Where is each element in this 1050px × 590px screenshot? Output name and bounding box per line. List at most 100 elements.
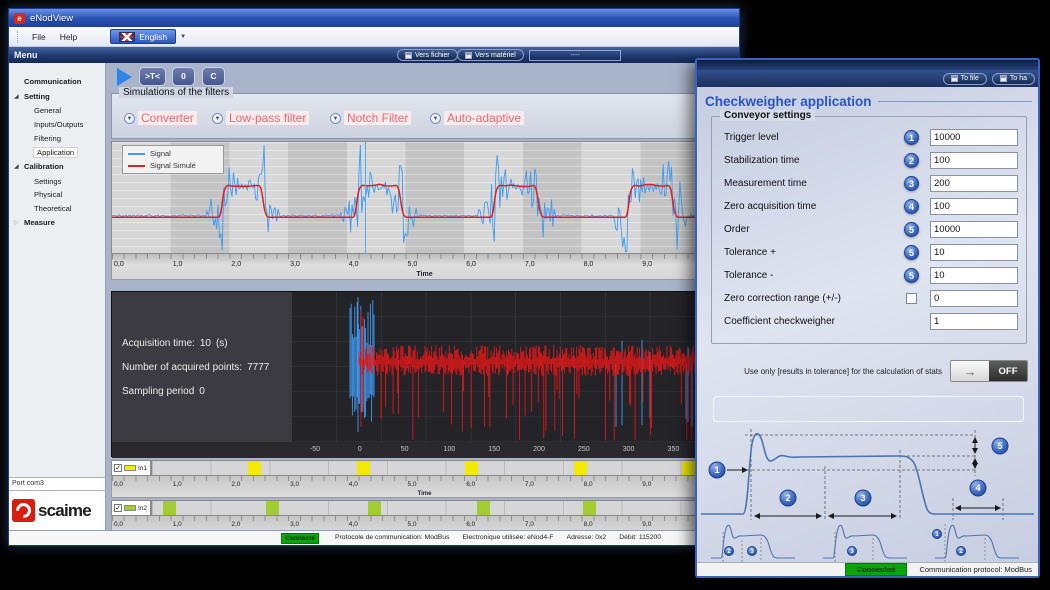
axis-ruler (112, 254, 737, 259)
save-icon (465, 52, 472, 59)
channel-in2-strip (151, 500, 738, 516)
expanded-arrow-icon[interactable]: ◢ (14, 93, 19, 100)
zero-button[interactable]: 0 (172, 67, 195, 86)
sampling-period: Sampling period0 (122, 386, 292, 397)
axis-tick-labels: 0,01,02,03,04,05,06,07,08,09,0 (112, 521, 737, 530)
legend-signal-simule: Signal Simulé (128, 161, 218, 170)
tick-label: 9,0 (642, 481, 651, 488)
sidebar-item-general[interactable]: General (9, 104, 105, 118)
acquisition-chart: Acquisition time:10(s) Number of acquire… (111, 291, 738, 457)
tick-label: 8,0 (584, 481, 593, 488)
svg-text:5: 5 (997, 441, 1002, 451)
acquisition-x-axis: -50050100150200250300350 (112, 442, 739, 458)
measurement-time-input[interactable] (930, 175, 1018, 192)
tolerance-minus-input[interactable] (930, 267, 1018, 284)
tick-label: 8,0 (584, 521, 593, 528)
blue-line-icon (128, 153, 145, 155)
chart-cursor[interactable] (365, 142, 366, 255)
tick-label: 2,0 (231, 481, 240, 488)
to-file-button[interactable]: Vers fichier (397, 49, 458, 61)
language-dropdown-button[interactable]: ▼ (178, 31, 188, 43)
trigger-level-input[interactable] (930, 129, 1018, 146)
sidebar-item-measure[interactable]: ▷Measure (9, 215, 105, 230)
sidebar-item-filtering[interactable]: Filtering (9, 132, 105, 146)
event-marker (163, 501, 176, 515)
tick-label: -50 (310, 446, 320, 453)
field-coefficient-checkweigher: Coefficient checkweigher (724, 311, 1018, 331)
scaime-logo-icon (12, 499, 35, 522)
tab-auto-adaptive[interactable]: ▼Auto-adaptive (430, 111, 524, 125)
svg-text:3: 3 (860, 493, 865, 503)
language-button[interactable]: English (110, 29, 176, 44)
channel-color-swatch (124, 465, 136, 471)
save-icon (405, 52, 412, 59)
order-input[interactable] (930, 221, 1018, 238)
expander-icon[interactable]: ▼ (430, 113, 441, 124)
checkbox-checked-icon[interactable]: ✓ (114, 464, 122, 472)
tolerance-plus-input[interactable] (930, 244, 1018, 261)
sidebar-item-theoretical[interactable]: Theoretical (9, 202, 105, 216)
to-file-button[interactable]: To file (943, 73, 987, 85)
menu-file[interactable]: File (25, 30, 53, 44)
conveyor-settings-groupbox: Conveyor settings Trigger level1 Stabili… (711, 116, 1027, 344)
tab-low-pass-filter[interactable]: ▼Low-pass filter (212, 111, 309, 125)
tick-label: 6,0 (466, 481, 475, 488)
page-title: Checkweigher application (705, 94, 1032, 109)
sidebar-item-calibration[interactable]: ◢Calibration (9, 159, 105, 174)
event-marker (477, 501, 490, 515)
play-button[interactable] (117, 68, 132, 86)
legend-signal: Signal (128, 149, 218, 158)
sidebar-item-communication[interactable]: Communication (9, 74, 105, 89)
checkweigher-titlebar[interactable] (697, 60, 1038, 70)
titlebar[interactable]: e eNodView (9, 9, 739, 27)
status-protocol: Communication protocol: ModBus (919, 565, 1032, 574)
tick-label: 7,0 (525, 521, 534, 528)
expander-icon[interactable]: ▼ (124, 113, 135, 124)
diagram-badges: 1 2 3 4 5 (709, 438, 1008, 506)
tick-label: 0,0 (114, 521, 123, 528)
sidebar-item-settings[interactable]: Settings (9, 174, 105, 188)
zero-acquisition-time-input[interactable] (930, 198, 1018, 215)
badge-5: 5 (904, 268, 919, 283)
navigation-tree: Communication ◢Setting General Inputs/Ou… (9, 63, 105, 230)
svg-text:1: 1 (714, 465, 719, 475)
tab-notch-filter[interactable]: ▼Notch Filter (330, 111, 411, 125)
zero-correction-checkbox[interactable] (906, 293, 917, 304)
tab-converter[interactable]: ▼Converter (124, 111, 197, 125)
tick-label: 200 (533, 446, 545, 453)
tick-label: 250 (578, 446, 590, 453)
menu-help[interactable]: Help (53, 30, 84, 44)
channel-in2-toggle[interactable]: ✓ In2 (111, 500, 151, 516)
sidebar-item-application[interactable]: Application (9, 145, 105, 159)
coefficient-input[interactable] (930, 313, 1018, 330)
connection-status-badge: Connected (845, 563, 908, 576)
connection-status-badge: Connecté (281, 533, 319, 544)
tick-label: 150 (488, 446, 500, 453)
sidebar-item-inputs-outputs[interactable]: Inputs/Outputs (9, 118, 105, 132)
clear-button[interactable]: C (202, 67, 225, 86)
target-combo[interactable]: ---- (529, 50, 621, 61)
expander-icon[interactable]: ▼ (212, 113, 223, 124)
stats-toggle-switch[interactable]: → OFF (950, 360, 1028, 382)
expanded-arrow-icon[interactable]: ◢ (14, 163, 19, 170)
stabilization-time-input[interactable] (930, 152, 1018, 169)
sidebar-item-physical[interactable]: Physical (9, 188, 105, 202)
tick-label: 9,0 (642, 521, 651, 528)
toolbar-grip (17, 31, 20, 43)
checkbox-checked-icon[interactable]: ✓ (114, 504, 122, 512)
field-zero-correction-range: Zero correction range (+/-) (724, 288, 1018, 308)
tick-label: 5,0 (408, 261, 418, 268)
toggle-arrow-icon[interactable]: → (951, 361, 989, 381)
tare-button[interactable]: >T< (139, 67, 166, 86)
collapsed-arrow-icon[interactable]: ▷ (14, 219, 19, 226)
to-hardware-button[interactable]: Vers matériel (457, 49, 524, 61)
channel-in1-toggle[interactable]: ✓ In1 (111, 460, 151, 476)
scaime-logo: scaime (12, 499, 105, 522)
field-tolerance-plus: Tolerance +5 (724, 242, 1018, 262)
expander-icon[interactable]: ▼ (330, 113, 341, 124)
zero-correction-input[interactable] (930, 290, 1018, 307)
status-protocol: Protocole de communication: ModBus (335, 534, 449, 541)
event-marker (248, 461, 261, 475)
sidebar-item-setting[interactable]: ◢Setting (9, 89, 105, 104)
to-hardware-button[interactable]: To ha (992, 73, 1035, 85)
